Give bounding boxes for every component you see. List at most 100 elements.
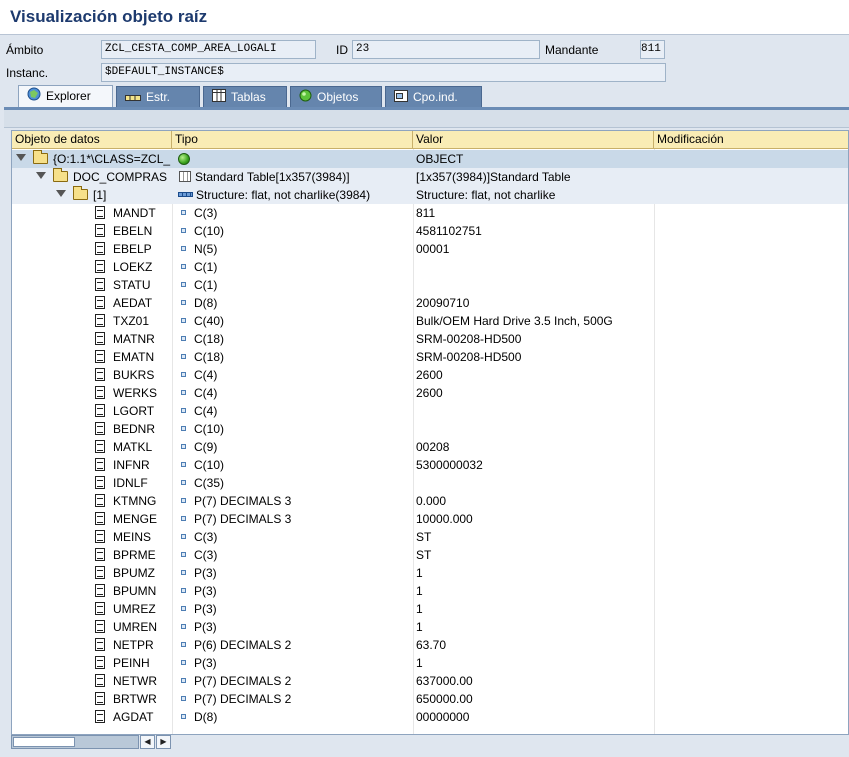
- table-row[interactable]: NETWR P(7) DECIMALS 2 637000.00: [12, 672, 848, 690]
- tab-estr[interactable]: Estr.: [116, 86, 200, 107]
- table-row[interactable]: EMATN C(18) SRM-00208-HD500: [12, 348, 848, 366]
- table-row[interactable]: KTMNG P(7) DECIMALS 3 0.000: [12, 492, 848, 510]
- structure-icon: [178, 192, 193, 198]
- field-type: C(1): [194, 260, 218, 274]
- tree-node-table[interactable]: DOC_COMPRAS Standard Table[1x357(3984)] …: [12, 168, 848, 186]
- table-row[interactable]: UMREZ P(3) 1: [12, 600, 848, 618]
- elementary-type-icon: [181, 210, 186, 216]
- column-header-objeto[interactable]: Objeto de datos: [12, 131, 172, 149]
- toolbar-strip: [4, 110, 849, 128]
- field-type: P(7) DECIMALS 2: [194, 674, 292, 688]
- collapse-triangle-icon[interactable]: [36, 172, 46, 179]
- document-icon: [95, 332, 105, 345]
- document-icon: [95, 278, 105, 291]
- document-icon: [95, 620, 105, 633]
- ambito-field[interactable]: ZCL_CESTA_COMP_AREA_LOGALI: [101, 40, 316, 59]
- elementary-type-icon: [181, 624, 186, 630]
- table-icon: [179, 171, 191, 183]
- collapse-triangle-icon[interactable]: [16, 154, 26, 161]
- tab-objetos-label: Objetos: [317, 90, 359, 104]
- field-name: BPUMZ: [113, 566, 155, 580]
- field-type: C(3): [194, 530, 218, 544]
- document-icon: [95, 674, 105, 687]
- table-row[interactable]: BRTWR P(7) DECIMALS 2 650000.00: [12, 690, 848, 708]
- horizontal-scrollbar[interactable]: ◀ ▶: [11, 735, 171, 751]
- tab-explorer[interactable]: Explorer: [18, 85, 113, 108]
- elementary-type-icon: [181, 534, 186, 540]
- table-row[interactable]: EBELP N(5) 00001: [12, 240, 848, 258]
- id-field[interactable]: 23: [352, 40, 540, 59]
- table-row[interactable]: MATNR C(18) SRM-00208-HD500: [12, 330, 848, 348]
- table-row[interactable]: STATU C(1): [12, 276, 848, 294]
- table-row[interactable]: MANDT C(3) 811: [12, 204, 848, 222]
- tab-objetos[interactable]: Objetos: [290, 86, 382, 107]
- column-header-modificacion[interactable]: Modificación: [654, 131, 848, 149]
- elementary-type-icon: [181, 390, 186, 396]
- elementary-type-icon: [181, 642, 186, 648]
- document-icon: [95, 404, 105, 417]
- table-row[interactable]: TXZ01 C(40) Bulk/OEM Hard Drive 3.5 Inch, …: [12, 312, 848, 330]
- table-row[interactable]: BEDNR C(10): [12, 420, 848, 438]
- table-row[interactable]: BPUMN P(3) 1: [12, 582, 848, 600]
- table-row[interactable]: UMREN P(3) 1: [12, 618, 848, 636]
- table-row[interactable]: AGDAT D(8) 00000000: [12, 708, 848, 726]
- tab-cpo-ind[interactable]: Cpo.ind.: [385, 86, 482, 107]
- field-type: C(10): [194, 422, 225, 436]
- instanc-field[interactable]: $DEFAULT_INSTANCE$: [101, 63, 666, 82]
- document-icon: [95, 440, 105, 453]
- elementary-type-icon: [181, 264, 186, 270]
- tree-node-root[interactable]: {O:1.1*\CLASS=ZCL_ OBJECT: [12, 150, 848, 168]
- tab-tablas[interactable]: Tablas: [203, 86, 287, 107]
- field-value: SRM-00208-HD500: [416, 350, 522, 364]
- field-name: EMATN: [113, 350, 155, 364]
- tab-estr-label: Estr.: [146, 90, 171, 104]
- field-name: MENGE: [113, 512, 158, 526]
- table-row[interactable]: MENGE P(7) DECIMALS 3 10000.000: [12, 510, 848, 528]
- table-row[interactable]: LOEKZ C(1): [12, 258, 848, 276]
- table-node-value: [1x357(3984)]Standard Table: [416, 170, 571, 184]
- field-value: 1: [416, 656, 423, 670]
- scrollbar-thumb[interactable]: [13, 737, 75, 747]
- field-type: C(18): [194, 350, 225, 364]
- field-type: C(35): [194, 476, 225, 490]
- table-row[interactable]: EBELN C(10) 4581102751: [12, 222, 848, 240]
- elementary-type-icon: [181, 588, 186, 594]
- field-name: MATNR: [113, 332, 155, 346]
- field-name: TXZ01: [113, 314, 150, 328]
- table-row[interactable]: PEINH P(3) 1: [12, 654, 848, 672]
- table-row[interactable]: IDNLF C(35): [12, 474, 848, 492]
- column-header-valor[interactable]: Valor: [413, 131, 654, 149]
- table-node-type: Standard Table[1x357(3984)]: [195, 170, 350, 184]
- tree-node-structure[interactable]: [1] Structure: flat, not charlike(3984) …: [12, 186, 848, 204]
- table-row[interactable]: WERKS C(4) 2600: [12, 384, 848, 402]
- document-icon: [95, 386, 105, 399]
- ambito-label: Ámbito: [6, 43, 44, 57]
- document-icon: [95, 296, 105, 309]
- table-row[interactable]: LGORT C(4): [12, 402, 848, 420]
- table-row[interactable]: BPUMZ P(3) 1: [12, 564, 848, 582]
- table-row[interactable]: BPRME C(3) ST: [12, 546, 848, 564]
- mandante-field[interactable]: 811: [640, 40, 665, 59]
- table-row[interactable]: MATKL C(9) 00208: [12, 438, 848, 456]
- table-row[interactable]: NETPR P(6) DECIMALS 2 63.70: [12, 636, 848, 654]
- column-header-tipo[interactable]: Tipo: [172, 131, 413, 149]
- field-value: 4581102751: [416, 224, 482, 238]
- tab-cpo-ind-label: Cpo.ind.: [413, 90, 458, 104]
- table-row[interactable]: AEDAT D(8) 20090710: [12, 294, 848, 312]
- field-type: P(7) DECIMALS 3: [194, 494, 292, 508]
- scroll-right-button[interactable]: ▶: [156, 735, 171, 749]
- table-row[interactable]: INFNR C(10) 5300000032: [12, 456, 848, 474]
- field-name: BPUMN: [113, 584, 157, 598]
- object-ball-icon: [178, 152, 190, 165]
- table-row[interactable]: BUKRS C(4) 2600: [12, 366, 848, 384]
- collapse-triangle-icon[interactable]: [56, 190, 66, 197]
- field-type: P(3): [194, 620, 217, 634]
- field-type: C(40): [194, 314, 225, 328]
- scroll-left-button[interactable]: ◀: [140, 735, 155, 749]
- document-icon: [95, 458, 105, 471]
- scrollbar-track[interactable]: [11, 735, 139, 749]
- elementary-type-icon: [181, 498, 186, 504]
- field-name: UMREN: [113, 620, 157, 634]
- field-name: MATKL: [113, 440, 153, 454]
- table-row[interactable]: MEINS C(3) ST: [12, 528, 848, 546]
